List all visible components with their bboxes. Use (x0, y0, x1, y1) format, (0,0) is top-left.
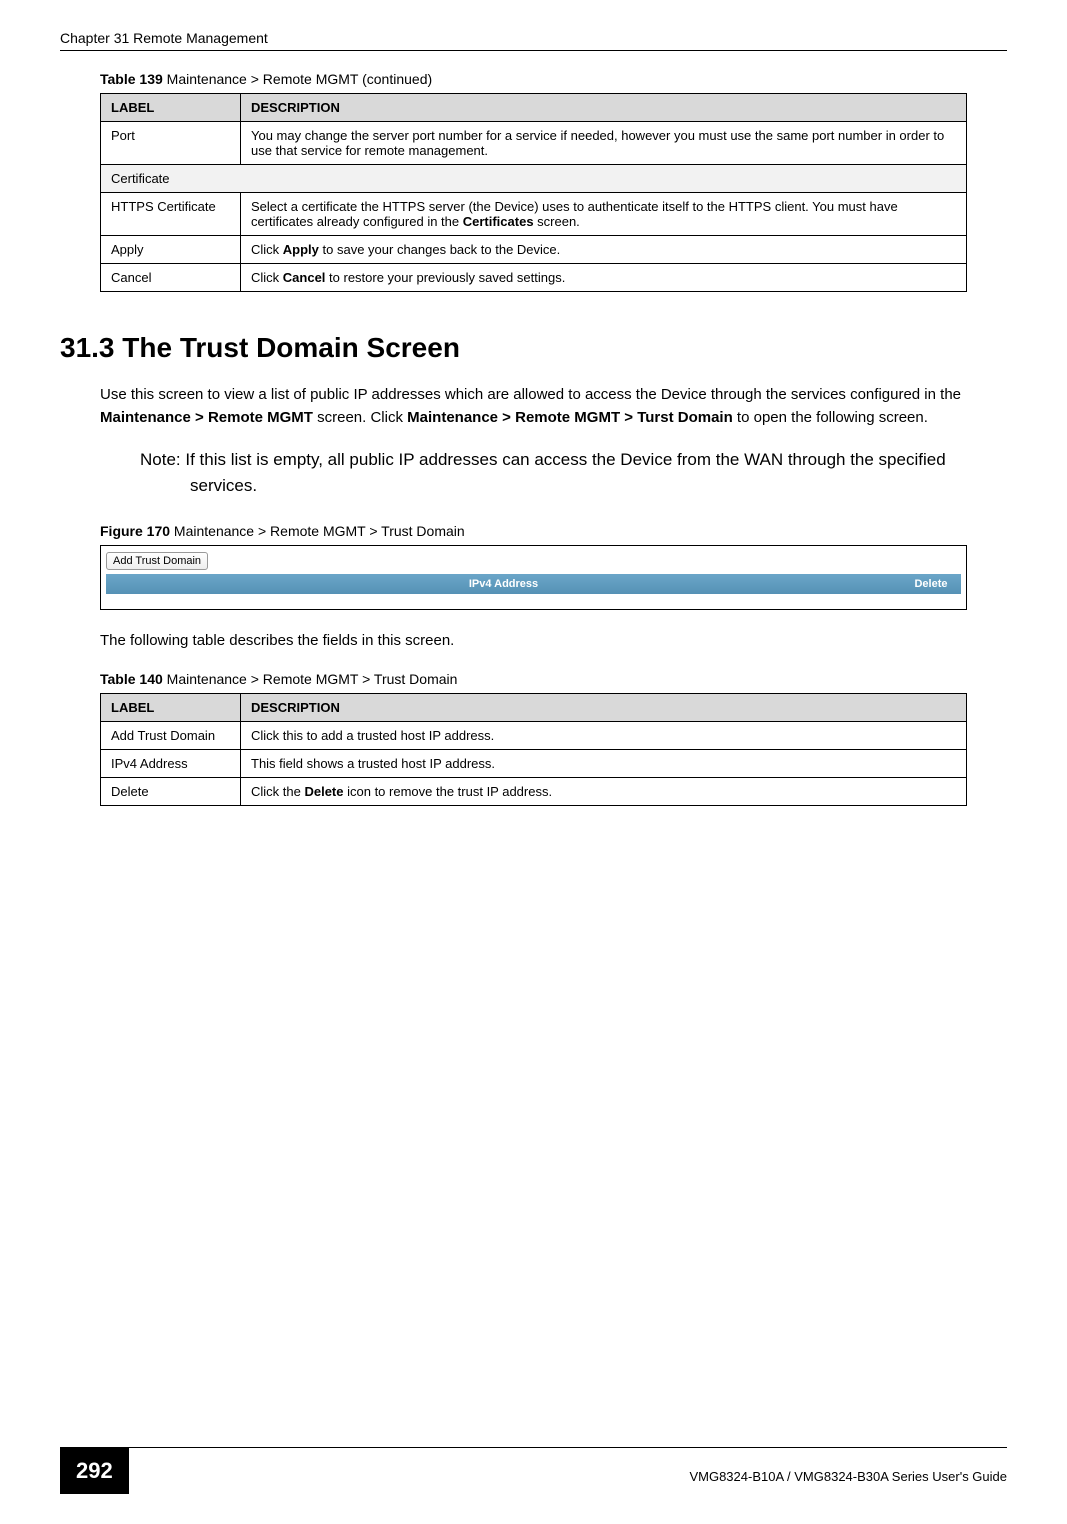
cell-desc: Select a certificate the HTTPS server (t… (241, 193, 967, 236)
table140: LABEL DESCRIPTION Add Trust Domain Click… (100, 693, 967, 806)
table139-caption: Table 139 Maintenance > Remote MGMT (con… (100, 71, 967, 87)
table140-col1-header: LABEL (101, 693, 241, 721)
cell-label: Add Trust Domain (101, 721, 241, 749)
table-row: Port You may change the server port numb… (101, 122, 967, 165)
note-text: Note: If this list is empty, all public … (100, 447, 967, 498)
desc-bold: Apply (283, 242, 319, 257)
paragraph-after-figure: The following table describes the fields… (100, 630, 967, 653)
table-header-row: LABEL DESCRIPTION (101, 693, 967, 721)
cell-desc: Click Cancel to restore your previously … (241, 264, 967, 292)
table140-col2-header: DESCRIPTION (241, 693, 967, 721)
figure170-caption-number: Figure 170 (100, 523, 170, 539)
table-row: Apply Click Apply to save your changes b… (101, 236, 967, 264)
cell-desc: Click Apply to save your changes back to… (241, 236, 967, 264)
page-footer: 292 VMG8324-B10A / VMG8324-B30A Series U… (60, 1447, 1007, 1494)
desc-pre: Click (251, 270, 283, 285)
add-trust-domain-button[interactable]: Add Trust Domain (106, 552, 208, 570)
desc-pre: Click (251, 242, 283, 257)
table139-col1-header: LABEL (101, 94, 241, 122)
cell-label: HTTPS Certificate (101, 193, 241, 236)
table-row: Delete Click the Delete icon to remove t… (101, 777, 967, 805)
table139: LABEL DESCRIPTION Port You may change th… (100, 93, 967, 292)
desc-post: to save your changes back to the Device. (319, 242, 560, 257)
figure170-screenshot: Add Trust Domain IPv4 Address Delete (100, 545, 967, 610)
footer-guide-name: VMG8324-B10A / VMG8324-B30A Series User'… (129, 1459, 1007, 1484)
desc-pre: Click the (251, 784, 304, 799)
section-para1: Use this screen to view a list of public… (100, 384, 967, 429)
cell-desc: You may change the server port number fo… (241, 122, 967, 165)
cell-label: Delete (101, 777, 241, 805)
desc-bold: Delete (304, 784, 343, 799)
table-row: IPv4 Address This field shows a trusted … (101, 749, 967, 777)
para-text: Use this screen to view a list of public… (100, 386, 961, 403)
desc-bold: Cancel (283, 270, 326, 285)
para-bold: Maintenance > Remote MGMT > Turst Domain (407, 409, 733, 426)
table-row: HTTPS Certificate Select a certificate t… (101, 193, 967, 236)
cell-label: IPv4 Address (101, 749, 241, 777)
table-row: Certificate (101, 165, 967, 193)
cell-label: Cancel (101, 264, 241, 292)
desc-post: to restore your previously saved setting… (325, 270, 565, 285)
trust-domain-header-bar: IPv4 Address Delete (106, 574, 961, 594)
page-number: 292 (60, 1448, 129, 1494)
table139-caption-text: Maintenance > Remote MGMT (continued) (163, 71, 432, 87)
para-text: screen. Click (313, 409, 407, 426)
para-text: to open the following screen. (733, 409, 928, 426)
figure170-caption: Figure 170 Maintenance > Remote MGMT > T… (100, 523, 967, 539)
section-heading: 31.3 The Trust Domain Screen (60, 332, 1007, 364)
table-row: Cancel Click Cancel to restore your prev… (101, 264, 967, 292)
table140-caption: Table 140 Maintenance > Remote MGMT > Tr… (100, 671, 967, 687)
chapter-title: Chapter 31 Remote Management (60, 30, 1007, 46)
cell-desc: This field shows a trusted host IP addre… (241, 749, 967, 777)
cell-desc: Click this to add a trusted host IP addr… (241, 721, 967, 749)
desc-post: screen. (534, 214, 580, 229)
desc-bold: Certificates (463, 214, 534, 229)
table139-col2-header: DESCRIPTION (241, 94, 967, 122)
figure170-caption-text: Maintenance > Remote MGMT > Trust Domain (170, 523, 465, 539)
table139-caption-number: Table 139 (100, 71, 163, 87)
table140-caption-text: Maintenance > Remote MGMT > Trust Domain (163, 671, 458, 687)
cell-desc: Click the Delete icon to remove the trus… (241, 777, 967, 805)
para-bold: Maintenance > Remote MGMT (100, 409, 313, 426)
delete-column-header: Delete (901, 578, 961, 590)
table-header-row: LABEL DESCRIPTION (101, 94, 967, 122)
desc-post: icon to remove the trust IP address. (344, 784, 553, 799)
cell-section: Certificate (101, 165, 967, 193)
cell-label: Port (101, 122, 241, 165)
cell-label: Apply (101, 236, 241, 264)
table140-caption-number: Table 140 (100, 671, 163, 687)
table-row: Add Trust Domain Click this to add a tru… (101, 721, 967, 749)
ipv4-address-column-header: IPv4 Address (106, 578, 901, 590)
